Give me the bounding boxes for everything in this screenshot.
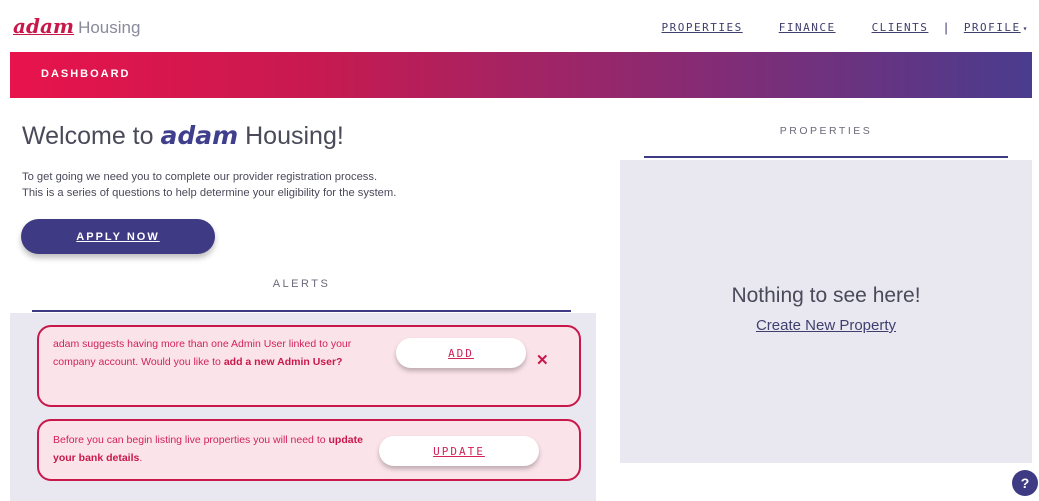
logo[interactable]: adam Housing (13, 14, 140, 38)
alert-admin-user: adam suggests having more than one Admin… (37, 325, 581, 407)
welcome-line-1: To get going we need you to complete our… (22, 171, 378, 183)
alerts-panel: adam suggests having more than one Admin… (10, 313, 596, 501)
apply-now-button[interactable]: APPLY NOW (21, 219, 215, 254)
properties-divider (644, 156, 1008, 158)
welcome-title: Welcome to adam Housing! (22, 121, 344, 151)
dashboard-band: DASHBOARD (10, 52, 1032, 98)
main-nav: PROPERTIES FINANCE CLIENTS | PROFILE ▾ (625, 20, 1029, 35)
help-icon[interactable]: ? (1012, 470, 1038, 496)
caret-down-icon: ▾ (1022, 24, 1029, 33)
top-bar: adam Housing PROPERTIES FINANCE CLIENTS … (0, 0, 1039, 52)
nav-separator: | (944, 20, 948, 35)
properties-panel: Nothing to see here! Create New Property (620, 160, 1032, 463)
welcome-title-prefix: Welcome to (22, 122, 161, 150)
welcome-title-suffix: Housing! (238, 122, 344, 150)
alert-1-bold: add a new Admin User? (223, 356, 343, 368)
alert-admin-user-text: adam suggests having more than one Admin… (53, 335, 383, 371)
logo-word: Housing (78, 18, 141, 37)
alerts-divider (32, 310, 571, 312)
welcome-line-2: This is a series of questions to help de… (22, 187, 397, 199)
properties-heading: PROPERTIES (779, 125, 873, 137)
add-admin-button[interactable]: ADD (396, 338, 526, 368)
nav-properties[interactable]: PROPERTIES (661, 21, 742, 34)
close-icon[interactable]: ✕ (536, 351, 549, 369)
create-property-link[interactable]: Create New Property (620, 317, 1032, 334)
alert-2-suffix: . (139, 452, 143, 464)
nav-finance[interactable]: FINANCE (779, 21, 836, 34)
nav-clients[interactable]: CLIENTS (872, 21, 929, 34)
nav-profile[interactable]: PROFILE ▾ (964, 21, 1029, 34)
alert-2-text: Before you can begin listing live proper… (53, 434, 329, 446)
empty-state-title: Nothing to see here! (731, 284, 921, 307)
logo-script: adam (13, 14, 75, 38)
update-bank-button[interactable]: UPDATE (379, 436, 539, 466)
nav-profile-label: PROFILE (963, 21, 1021, 34)
alert-bank-details-text: Before you can begin listing live proper… (53, 431, 383, 467)
alerts-heading: ALERTS (272, 278, 331, 290)
welcome-description: To get going we need you to complete our… (22, 169, 492, 201)
welcome-title-brand: adam (160, 121, 239, 150)
alert-bank-details: Before you can begin listing live proper… (37, 419, 581, 481)
dashboard-label: DASHBOARD (41, 68, 131, 80)
